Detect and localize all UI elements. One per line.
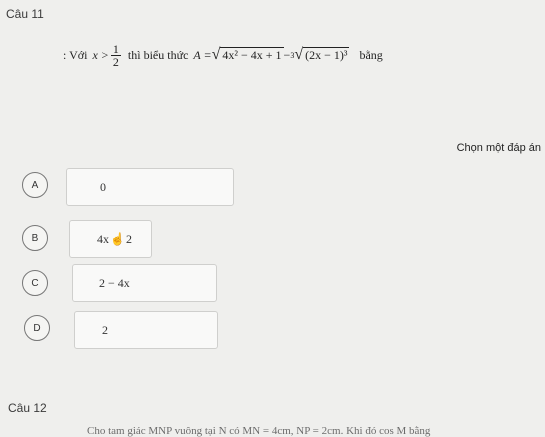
condition-variable: x > xyxy=(92,47,109,62)
choose-one-answer-prompt: Chọn một đáp án xyxy=(456,142,541,154)
option-a-value: 0 xyxy=(100,179,106,194)
question-12-title: Câu 12 xyxy=(8,401,47,415)
fraction-one-half: 1 2 xyxy=(110,41,121,69)
stem-prefix: : Với xyxy=(63,47,88,62)
fraction-denominator: 2 xyxy=(112,54,119,69)
option-b-radio[interactable]: B xyxy=(22,225,48,251)
option-b-value-right: 2 xyxy=(125,231,132,246)
sqrt-symbol: √ xyxy=(211,46,221,63)
option-b-answer[interactable]: 4x ☝ 2 xyxy=(69,220,152,258)
question-11-title: Câu 11 xyxy=(6,7,44,21)
option-d-answer[interactable]: 2 xyxy=(74,311,218,349)
option-a-answer[interactable]: 0 xyxy=(66,168,234,206)
hand-pointer-icon: ☝ xyxy=(110,231,125,246)
sqrt-content: 4x² − 4x + 1 xyxy=(220,47,284,62)
option-c-radio[interactable]: C xyxy=(22,270,48,296)
cube-root-symbol: √ xyxy=(294,46,304,63)
option-d-radio[interactable]: D xyxy=(24,315,50,341)
option-c-value: 2 − 4x xyxy=(99,275,130,290)
cube-root-content: (2x − 1)³ xyxy=(303,47,350,62)
question-12-stem: Cho tam giác MNP vuông tại N có MN = 4cm… xyxy=(87,425,431,437)
option-b-value-left: 4x xyxy=(97,231,109,246)
option-c-answer[interactable]: 2 − 4x xyxy=(72,264,217,302)
option-a-radio[interactable]: A xyxy=(22,172,48,198)
option-d-value: 2 xyxy=(102,322,108,337)
fraction-numerator: 1 xyxy=(110,41,121,56)
expression-lhs: A = xyxy=(193,47,212,62)
stem-middle-text: thì biểu thức xyxy=(127,47,189,62)
minus-sign: − xyxy=(283,47,291,62)
stem-suffix: bằng xyxy=(359,47,383,62)
question-11-stem: : Với x > 1 2 thì biểu thức A = √ 4x² − 4… xyxy=(63,35,383,75)
